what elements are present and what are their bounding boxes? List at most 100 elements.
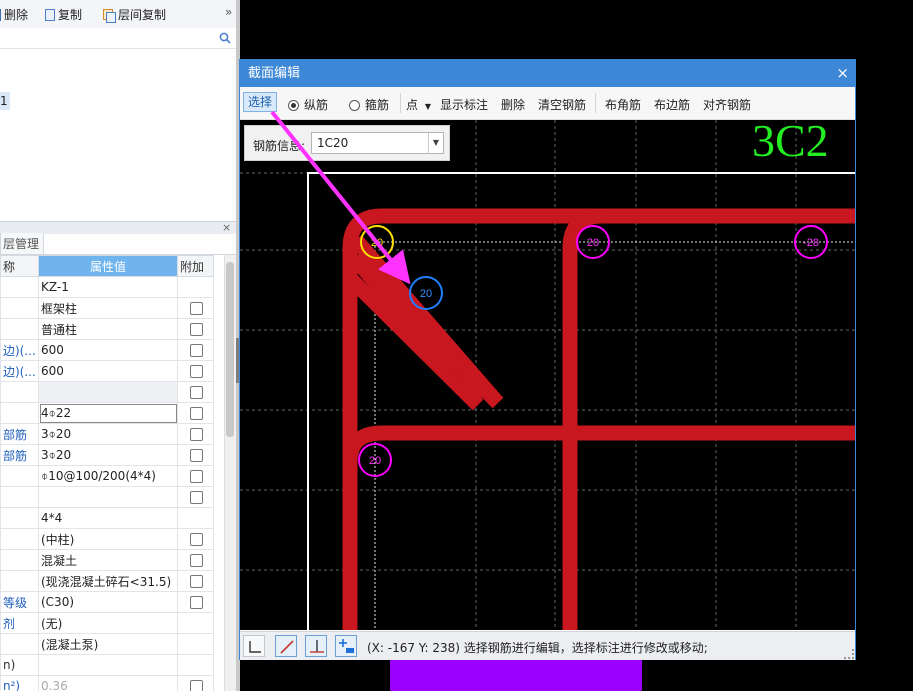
copy-label: 复制 (58, 8, 83, 22)
copy-button[interactable]: 复制 (45, 6, 82, 23)
extra-checkbox[interactable] (190, 491, 203, 504)
extra-checkbox[interactable] (190, 407, 203, 420)
orthogonal-mode-button[interactable] (243, 635, 265, 657)
property-value[interactable] (38, 486, 178, 508)
extra-checkbox[interactable] (190, 575, 203, 588)
property-row[interactable]: (中柱) (0, 528, 214, 550)
property-row[interactable]: 混凝土 (0, 549, 214, 571)
extra-checkbox[interactable] (190, 302, 203, 315)
property-row[interactable]: n²) 0.36 (0, 675, 214, 691)
property-name: 部筋 (0, 423, 39, 445)
property-value[interactable]: (混凝土泵) (38, 633, 178, 655)
delete-button[interactable]: 删除 (0, 6, 28, 23)
extra-checkbox[interactable] (190, 596, 203, 609)
column-header-value: 属性值 (38, 255, 178, 277)
property-row[interactable]: 部筋 3⌽20 (0, 444, 214, 466)
property-name (0, 402, 39, 424)
property-extra (177, 381, 214, 403)
property-value[interactable]: KZ-1 (38, 276, 178, 298)
property-value[interactable]: (C30) (38, 591, 178, 613)
property-value[interactable]: 混凝土 (38, 549, 178, 571)
extra-checkbox[interactable] (190, 344, 203, 357)
property-value[interactable]: 0.36 (38, 675, 178, 691)
property-name (0, 507, 39, 529)
tab-floor-management[interactable]: 层管理 (0, 233, 44, 255)
extra-checkbox[interactable] (190, 470, 203, 483)
dialog-close-icon[interactable]: × (836, 60, 849, 87)
property-row[interactable]: (混凝土泵) (0, 633, 214, 655)
property-extra (177, 486, 214, 508)
property-row[interactable]: (现浇混凝土碎石<31.5) (0, 570, 214, 592)
property-row[interactable]: 4⌽22 (0, 402, 214, 424)
component-tree (0, 49, 236, 219)
extra-checkbox[interactable] (190, 680, 203, 691)
perpendicular-icon (310, 640, 324, 653)
align-rebar-button[interactable]: 对齐钢筋 (703, 96, 751, 113)
property-value[interactable] (38, 654, 178, 676)
property-value[interactable]: (无) (38, 612, 178, 634)
rebar-annotation[interactable]: 3C2 (752, 120, 829, 166)
property-row[interactable]: 普通柱 (0, 318, 214, 340)
extra-checkbox[interactable] (190, 533, 203, 546)
search-bar[interactable] (0, 28, 236, 49)
extra-checkbox[interactable] (190, 386, 203, 399)
resize-grip-icon[interactable] (844, 649, 854, 659)
clear-rebar-button[interactable]: 清空钢筋 (538, 96, 586, 113)
tree-item-selected[interactable]: 1 (0, 92, 10, 110)
property-value[interactable]: 600 (38, 360, 178, 382)
property-value[interactable]: 框架柱 (38, 297, 178, 319)
property-extra (177, 297, 214, 319)
property-value[interactable]: 普通柱 (38, 318, 178, 340)
snap-line-icon (280, 640, 294, 654)
property-row[interactable]: KZ-1 (0, 276, 214, 298)
property-name: 边)(... (0, 360, 39, 382)
show-label-button[interactable]: 显示标注 (440, 96, 488, 113)
delete-rebar-button[interactable]: 删除 (501, 96, 525, 113)
property-name (0, 276, 39, 298)
property-row[interactable]: 框架柱 (0, 297, 214, 319)
property-row[interactable]: 等级 (C30) (0, 591, 214, 613)
property-extra (177, 549, 214, 571)
property-row[interactable]: 边)(... 600 (0, 360, 214, 382)
floor-copy-label: 层间复制 (118, 8, 167, 22)
extra-checkbox[interactable] (190, 554, 203, 567)
property-row[interactable]: 边)(... 600 (0, 339, 214, 361)
dialog-titlebar[interactable]: 截面编辑 × (240, 60, 855, 87)
property-row[interactable]: ⌽10@100/200(4*4) (0, 465, 214, 487)
edge-rebar-button[interactable]: 布边筋 (654, 96, 690, 113)
property-value[interactable]: (现浇混凝土碎石<31.5) (38, 570, 178, 592)
property-row[interactable] (0, 486, 214, 508)
extra-checkbox[interactable] (190, 449, 203, 462)
extra-checkbox[interactable] (190, 428, 203, 441)
property-name: 边)(... (0, 339, 39, 361)
property-row[interactable]: 部筋 3⌽20 (0, 423, 214, 445)
property-row[interactable]: n) (0, 654, 214, 676)
property-row[interactable]: 剂 (无) (0, 612, 214, 634)
property-row[interactable]: 4*4 (0, 507, 214, 529)
property-value[interactable]: (中柱) (38, 528, 178, 550)
properties-close-icon[interactable]: × (222, 221, 231, 234)
property-value[interactable]: 4⌽22 (38, 402, 178, 424)
property-extra (177, 528, 214, 550)
extra-checkbox[interactable] (190, 365, 203, 378)
add-snap-button[interactable] (335, 635, 357, 657)
status-text: (X: -167 Y: 238) 选择钢筋进行编辑，选择标注进行修改或移动; (367, 641, 708, 655)
column-header-name: 称 (0, 255, 39, 277)
property-value[interactable]: 3⌽20 (38, 423, 178, 445)
property-value[interactable] (38, 381, 178, 403)
property-value[interactable]: 3⌽20 (38, 444, 178, 466)
snap-line-button[interactable] (275, 635, 297, 657)
property-row[interactable] (0, 381, 214, 403)
extra-checkbox[interactable] (190, 323, 203, 336)
snap-perpendicular-button[interactable] (305, 635, 327, 657)
property-name (0, 486, 39, 508)
corner-rebar-button[interactable]: 布角筋 (605, 96, 641, 113)
property-value[interactable]: ⌽10@100/200(4*4) (38, 465, 178, 487)
rebar-label: 20 (369, 455, 381, 467)
property-value[interactable]: 4*4 (38, 507, 178, 529)
property-value[interactable]: 600 (38, 339, 178, 361)
properties-scroll-thumb[interactable] (226, 262, 234, 437)
more-chevron-icon[interactable]: » (225, 5, 232, 19)
floor-copy-button[interactable]: 层间复制 (103, 6, 166, 23)
property-extra (177, 444, 214, 466)
